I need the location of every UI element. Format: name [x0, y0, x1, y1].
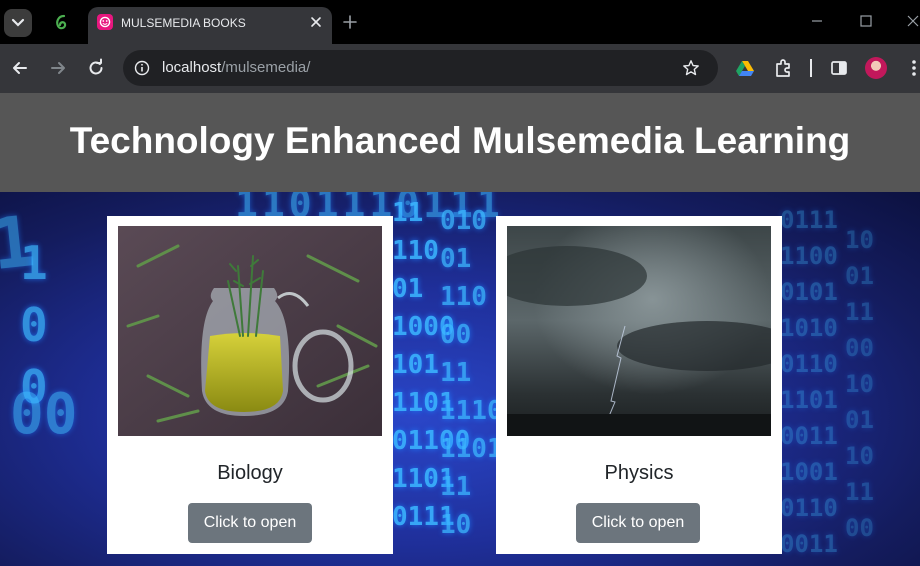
tab-search-button[interactable]: [4, 9, 32, 37]
menu-icon[interactable]: [910, 58, 918, 78]
url-host: localhost: [162, 59, 222, 76]
side-panel-icon[interactable]: [829, 58, 849, 78]
close-icon[interactable]: [308, 14, 324, 30]
binary-digits-decoration: 010 01 110 00 11 1110 1101 11 10: [440, 206, 503, 540]
book-card-physics: Physics Click to open: [496, 216, 782, 554]
bookmark-star-icon[interactable]: [682, 59, 700, 77]
window-close-icon[interactable]: [905, 13, 920, 29]
card-title: Biology: [217, 462, 283, 484]
google-drive-icon[interactable]: [735, 58, 755, 78]
biology-image: [118, 226, 382, 436]
tab-title: MULSEMEDIA BOOKS: [121, 16, 246, 30]
open-biology-button[interactable]: Click to open: [188, 503, 312, 543]
new-tab-icon[interactable]: [341, 13, 359, 31]
chevron-down-icon: [11, 18, 25, 27]
maximize-icon[interactable]: [858, 13, 874, 29]
tab-strip: MULSEMEDIA BOOKS: [0, 0, 920, 44]
browser-toolbar: localhost/mulsemedia/: [0, 44, 920, 93]
extensions-icon[interactable]: [773, 58, 793, 78]
tab-favicon-icon: [97, 14, 113, 30]
site-info-icon[interactable]: [134, 60, 150, 76]
minimize-icon[interactable]: [809, 13, 825, 29]
forward-icon[interactable]: [48, 58, 68, 78]
open-physics-button[interactable]: Click to open: [576, 503, 700, 543]
card-title: Physics: [604, 462, 674, 484]
profile-avatar[interactable]: [865, 57, 887, 79]
physics-image: [507, 226, 771, 436]
url-path: /mulsemedia/: [221, 59, 311, 76]
toolbar-divider: [810, 59, 812, 77]
pinned-tab[interactable]: [44, 8, 80, 38]
page-header: Technology Enhanced Mulsemedia Learning: [0, 93, 920, 192]
binary-digits-decoration: 10 01 11 00 10 01 10 11 00: [845, 226, 874, 542]
pinned-tab-icon: [56, 14, 67, 30]
book-card-biology: Biology Click to open: [107, 216, 393, 554]
web-page: Technology Enhanced Mulsemedia Learning …: [0, 93, 920, 566]
address-bar[interactable]: localhost/mulsemedia/: [123, 50, 718, 86]
back-icon[interactable]: [10, 58, 30, 78]
binary-digits-decoration: 00: [10, 382, 78, 447]
active-tab[interactable]: MULSEMEDIA BOOKS: [88, 7, 332, 44]
page-title: Technology Enhanced Mulsemedia Learning: [69, 120, 851, 161]
reload-icon[interactable]: [86, 58, 106, 78]
url-text: localhost/mulsemedia/: [162, 59, 310, 76]
binary-digits-decoration: 0111 1100 0101 1010 0110 1101 0011 1001 0110 0011: [780, 206, 838, 558]
